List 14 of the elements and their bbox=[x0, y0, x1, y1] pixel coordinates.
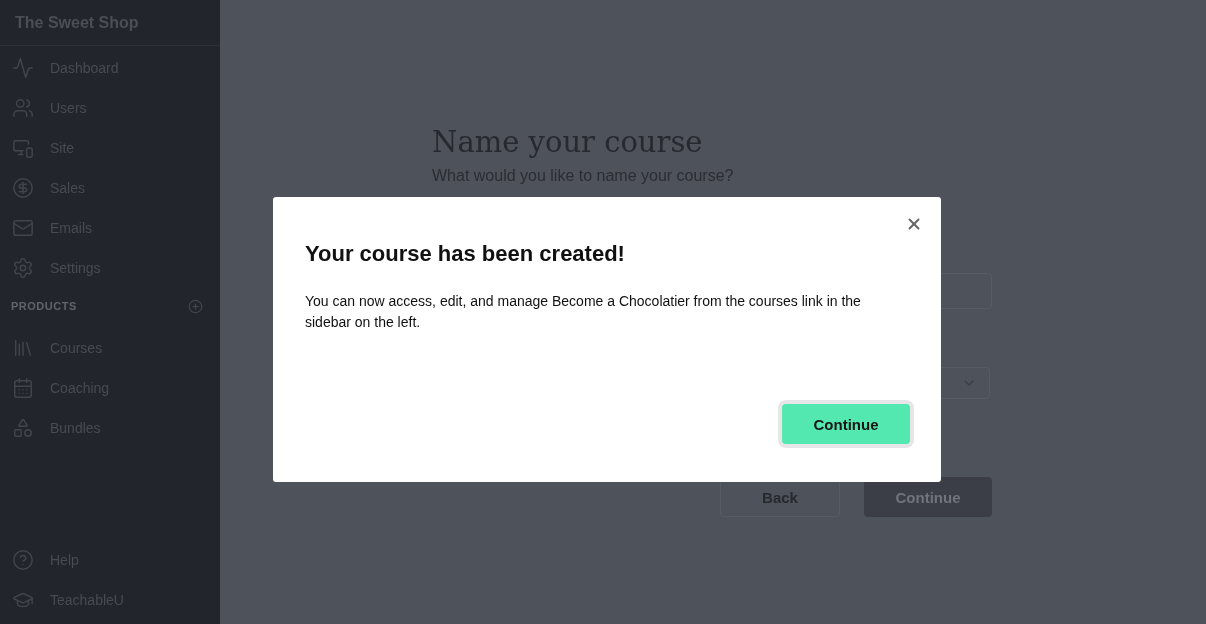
devices-icon bbox=[12, 137, 34, 159]
shapes-icon bbox=[12, 417, 34, 439]
calendar-icon bbox=[12, 377, 34, 399]
chart-line-icon bbox=[12, 57, 34, 79]
books-icon bbox=[12, 337, 34, 359]
mail-icon bbox=[12, 217, 34, 239]
dollar-icon bbox=[12, 177, 34, 199]
modal-title: Your course has been created! bbox=[305, 241, 626, 267]
help-icon bbox=[12, 549, 34, 571]
users-icon bbox=[12, 97, 34, 119]
modal-message: You can now access, edit, and manage Become a Chocolatier from the courses link in the sidebar on the left. bbox=[305, 292, 862, 332]
close-icon bbox=[905, 215, 923, 233]
settings-icon bbox=[12, 257, 34, 279]
section-title: PRODUCTS bbox=[11, 300, 77, 312]
